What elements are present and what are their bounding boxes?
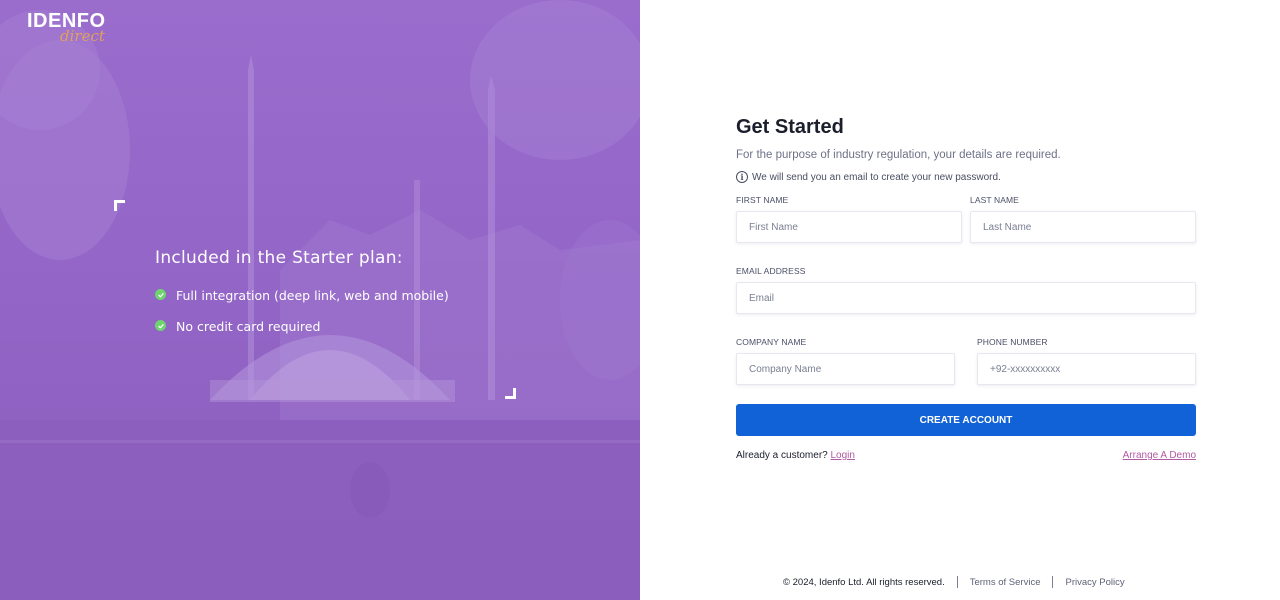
form-subtitle: For the purpose of industry regulation, … (736, 149, 1061, 161)
hero-panel: IDENFO direct Included in the Starter pl… (0, 0, 640, 600)
first-name-label: FIRST NAME (736, 195, 789, 205)
plan-feature-label: Full integration (deep link, web and mob… (176, 288, 449, 303)
first-name-input[interactable]: First Name (736, 211, 962, 243)
email-field-group: EMAIL ADDRESS Email (736, 266, 1196, 314)
logo-subtext: direct (60, 27, 105, 45)
last-name-input[interactable]: Last Name (970, 211, 1196, 243)
plan-feature-label: No credit card required (176, 319, 321, 334)
auth-links: Already a customer? Login Arrange A Demo (736, 450, 1196, 461)
plan-title: Included in the Starter plan: (155, 248, 403, 268)
phone-field-group: PHONE NUMBER +92-xxxxxxxxxx (977, 337, 1196, 385)
name-row: FIRST NAME First Name LAST NAME Last Nam… (736, 195, 1196, 243)
frame-corner-top-left (114, 200, 125, 211)
last-name-field-group: LAST NAME Last Name (970, 195, 1196, 243)
frame-corner-bottom-right (505, 388, 516, 399)
already-customer-text: Already a customer? (736, 450, 828, 461)
company-phone-row: COMPANY NAME Company Name PHONE NUMBER +… (736, 337, 1196, 385)
plan-feature-item: No credit card required (155, 311, 449, 342)
footer: © 2024, Idenfo Ltd. All rights reserved.… (783, 576, 1125, 588)
company-label: COMPANY NAME (736, 337, 807, 347)
company-field-group: COMPANY NAME Company Name (736, 337, 955, 385)
login-link[interactable]: Login (831, 450, 855, 461)
info-text: We will send you an email to create your… (752, 171, 1001, 183)
starter-plan-section: Included in the Starter plan: Full integ… (155, 248, 449, 342)
info-notice: i We will send you an email to create yo… (736, 171, 1196, 183)
check-circle-icon (155, 320, 166, 331)
check-circle-icon (155, 289, 166, 300)
login-prompt: Already a customer? Login (736, 450, 855, 461)
phone-number-input[interactable]: +92-xxxxxxxxxx (977, 353, 1196, 385)
page-title: Get Started (736, 116, 844, 138)
email-input[interactable]: Email (736, 282, 1196, 314)
plan-feature-item: Full integration (deep link, web and mob… (155, 280, 449, 311)
company-name-input[interactable]: Company Name (736, 353, 955, 385)
arrange-demo-link[interactable]: Arrange A Demo (1123, 450, 1196, 461)
create-account-button[interactable]: CREATE ACCOUNT (736, 404, 1196, 436)
terms-of-service-link[interactable]: Terms of Service (970, 577, 1041, 588)
copyright-text: © 2024, Idenfo Ltd. All rights reserved. (783, 576, 945, 588)
info-icon: i (736, 171, 748, 183)
privacy-policy-link[interactable]: Privacy Policy (1065, 577, 1124, 588)
footer-divider (956, 576, 958, 588)
last-name-label: LAST NAME (970, 195, 1019, 205)
email-row: EMAIL ADDRESS Email (736, 266, 1196, 314)
email-label: EMAIL ADDRESS (736, 266, 806, 276)
footer-divider (1052, 576, 1054, 588)
phone-label: PHONE NUMBER (977, 337, 1048, 347)
idenfo-logo[interactable]: IDENFO direct (27, 8, 117, 48)
first-name-field-group: FIRST NAME First Name (736, 195, 962, 243)
signup-panel: Get Started For the purpose of industry … (640, 0, 1280, 600)
signup-form: Get Started For the purpose of industry … (736, 116, 1196, 461)
